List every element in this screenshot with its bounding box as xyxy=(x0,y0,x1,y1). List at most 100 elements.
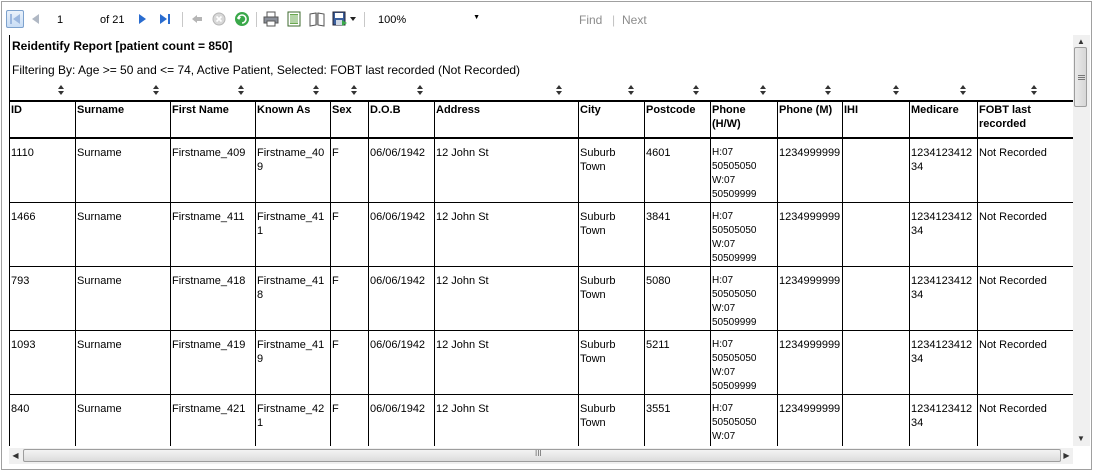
sort-icon[interactable] xyxy=(959,85,968,97)
sort-icon[interactable] xyxy=(555,85,564,97)
previous-page-button[interactable] xyxy=(26,10,44,28)
zoom-select[interactable]: 100% ▼ xyxy=(374,11,494,29)
cell-medicare: 1234123412 34 xyxy=(909,266,978,331)
find-link[interactable]: Find xyxy=(579,13,602,27)
scroll-left-icon[interactable]: ◀ xyxy=(10,450,21,461)
print-layout-button[interactable] xyxy=(285,10,303,28)
print-layout-icon xyxy=(287,11,301,27)
cell-id: 840 xyxy=(9,394,76,446)
report-viewport: Reidentify Report [patient count = 850] … xyxy=(9,35,1077,446)
first-page-button[interactable] xyxy=(6,10,24,28)
cell-phone-m: 1234999999 xyxy=(777,330,843,395)
print-button[interactable] xyxy=(262,10,280,28)
cell-postcode: 4601 xyxy=(644,137,711,203)
cell-known-as: Firstname_419 xyxy=(255,330,331,395)
cell-address: 12 John St xyxy=(434,394,579,446)
cell-first-name: Firstname_419 xyxy=(170,330,256,395)
stop-button[interactable] xyxy=(210,10,228,28)
column-header-medicare: Medicare xyxy=(909,100,978,139)
cell-phone-m: 1234999999 xyxy=(777,137,843,203)
toolbar-separator xyxy=(182,12,183,27)
cell-address: 12 John St xyxy=(434,202,579,267)
sort-icon[interactable] xyxy=(759,85,768,97)
sort-icon[interactable] xyxy=(1030,85,1039,97)
sort-icon[interactable] xyxy=(237,85,246,97)
scroll-down-icon[interactable]: ▼ xyxy=(1076,433,1086,443)
column-header-id: ID xyxy=(9,100,76,139)
sort-icon[interactable] xyxy=(416,85,425,97)
sort-icon[interactable] xyxy=(892,85,901,97)
cell-surname: Surname xyxy=(75,394,171,446)
cell-phone-hw: H:07 50505050 W:07 50509999 xyxy=(710,202,778,267)
cell-address: 12 John St xyxy=(434,330,579,395)
first-page-icon xyxy=(10,14,20,24)
cell-id: 793 xyxy=(9,266,76,331)
cell-known-as: Firstname_421 xyxy=(255,394,331,446)
report-title: Reidentify Report [patient count = 850] xyxy=(12,39,233,53)
cell-dob: 06/06/1942 xyxy=(368,394,435,446)
cell-sex: F xyxy=(330,266,369,331)
cell-fobt: Not Recorded xyxy=(977,137,1077,203)
last-page-button[interactable] xyxy=(156,10,174,28)
cell-ihi xyxy=(842,202,910,267)
cell-sex: F xyxy=(330,394,369,446)
table-row: 840 Surname Firstname_421 Firstname_421 … xyxy=(9,394,1077,446)
cell-phone-hw: H:07 50505050 W:07 50509999 xyxy=(710,394,778,446)
next-page-button[interactable] xyxy=(134,10,152,28)
cell-surname: Surname xyxy=(75,202,171,267)
export-button[interactable] xyxy=(331,10,357,28)
chevron-down-icon: ▼ xyxy=(473,14,480,21)
cell-fobt: Not Recorded xyxy=(977,202,1077,267)
previous-page-icon xyxy=(32,14,39,24)
column-header-city: City xyxy=(578,100,645,139)
cell-first-name: Firstname_411 xyxy=(170,202,256,267)
cell-known-as: Firstname_409 xyxy=(255,137,331,203)
scroll-up-icon[interactable]: ▲ xyxy=(1076,36,1086,46)
sort-icon[interactable] xyxy=(627,85,636,97)
cell-surname: Surname xyxy=(75,137,171,203)
horizontal-scrollbar[interactable]: ◀ III ▶ xyxy=(9,448,1073,464)
vertical-scrollbar[interactable]: ▲ ▼ xyxy=(1073,35,1090,446)
scroll-right-icon[interactable]: ▶ xyxy=(1061,450,1072,461)
grip-line xyxy=(1078,77,1085,78)
cell-phone-m: 1234999999 xyxy=(777,394,843,446)
cell-ihi xyxy=(842,137,910,203)
cell-city: Suburb Town xyxy=(578,137,645,203)
sort-icon[interactable] xyxy=(152,85,161,97)
sort-icon[interactable] xyxy=(350,85,359,97)
sort-icon[interactable] xyxy=(692,85,701,97)
cell-id: 1093 xyxy=(9,330,76,395)
page-number-input[interactable] xyxy=(51,11,91,28)
cell-address: 12 John St xyxy=(434,137,579,203)
horizontal-scroll-thumb[interactable]: III xyxy=(23,449,1061,462)
cell-city: Suburb Town xyxy=(578,330,645,395)
export-icon xyxy=(332,11,347,26)
cell-postcode: 3551 xyxy=(644,394,711,446)
sort-icon[interactable] xyxy=(824,85,833,97)
back-button[interactable] xyxy=(188,10,206,28)
cell-city: Suburb Town xyxy=(578,202,645,267)
sort-icon[interactable] xyxy=(312,85,321,97)
cell-postcode: 3841 xyxy=(644,202,711,267)
grip-line xyxy=(1078,79,1085,80)
column-header-address: Address xyxy=(434,100,579,139)
vertical-scroll-thumb[interactable] xyxy=(1074,47,1087,107)
next-page-icon xyxy=(139,14,146,24)
refresh-button[interactable] xyxy=(233,10,251,28)
cell-ihi xyxy=(842,394,910,446)
grip-lines: III xyxy=(535,449,542,458)
next-link[interactable]: Next xyxy=(622,13,647,27)
cell-phone-m: 1234999999 xyxy=(777,202,843,267)
find-separator: | xyxy=(612,13,616,27)
page-setup-button[interactable] xyxy=(308,10,326,28)
sort-icon[interactable] xyxy=(57,85,66,97)
cell-fobt: Not Recorded xyxy=(977,330,1077,395)
cell-surname: Surname xyxy=(75,266,171,331)
cell-first-name: Firstname_409 xyxy=(170,137,256,203)
cell-known-as: Firstname_411 xyxy=(255,202,331,267)
column-header-phone-hw: Phone (H/W) xyxy=(710,100,778,139)
cell-medicare: 1234123412 34 xyxy=(909,202,978,267)
sort-row xyxy=(9,83,1077,100)
table-row: 793 Surname Firstname_418 Firstname_418 … xyxy=(9,266,1077,331)
cell-sex: F xyxy=(330,330,369,395)
